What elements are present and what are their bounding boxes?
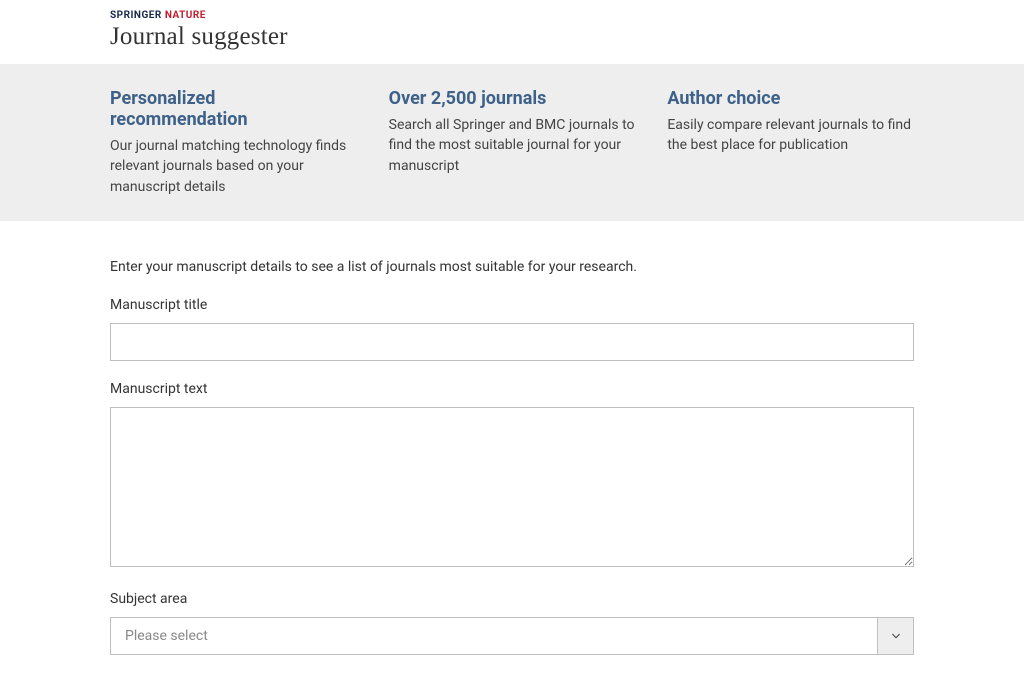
manuscript-title-label: Manuscript title bbox=[110, 297, 914, 313]
brand-nature-text: NATURE bbox=[162, 10, 206, 21]
feature-title: Author choice bbox=[667, 88, 914, 109]
form-intro-text: Enter your manuscript details to see a l… bbox=[110, 259, 914, 275]
manuscript-title-input[interactable] bbox=[110, 323, 914, 361]
chevron-down-icon bbox=[891, 631, 901, 641]
subject-area-label: Subject area bbox=[110, 591, 914, 607]
feature-author-choice: Author choice Easily compare relevant jo… bbox=[667, 88, 914, 197]
manuscript-text-input[interactable] bbox=[110, 407, 914, 567]
feature-personalized: Personalized recommendation Our journal … bbox=[110, 88, 357, 197]
subject-area-selected-value: Please select bbox=[111, 618, 877, 654]
select-arrow-button[interactable] bbox=[877, 618, 913, 654]
brand-springer-text: SPRINGER bbox=[110, 10, 162, 21]
features-band: Personalized recommendation Our journal … bbox=[0, 64, 1024, 221]
feature-text: Easily compare relevant journals to find… bbox=[667, 115, 914, 156]
feature-title: Personalized recommendation bbox=[110, 88, 357, 130]
feature-text: Search all Springer and BMC journals to … bbox=[389, 115, 636, 176]
feature-title: Over 2,500 journals bbox=[389, 88, 636, 109]
feature-journals-count: Over 2,500 journals Search all Springer … bbox=[389, 88, 636, 197]
manuscript-text-label: Manuscript text bbox=[110, 381, 914, 397]
subject-area-select[interactable]: Please select bbox=[110, 617, 914, 655]
feature-text: Our journal matching technology finds re… bbox=[110, 136, 357, 197]
brand-logo: SPRINGER NATURE bbox=[110, 10, 914, 21]
page-title: Journal suggester bbox=[110, 23, 914, 51]
